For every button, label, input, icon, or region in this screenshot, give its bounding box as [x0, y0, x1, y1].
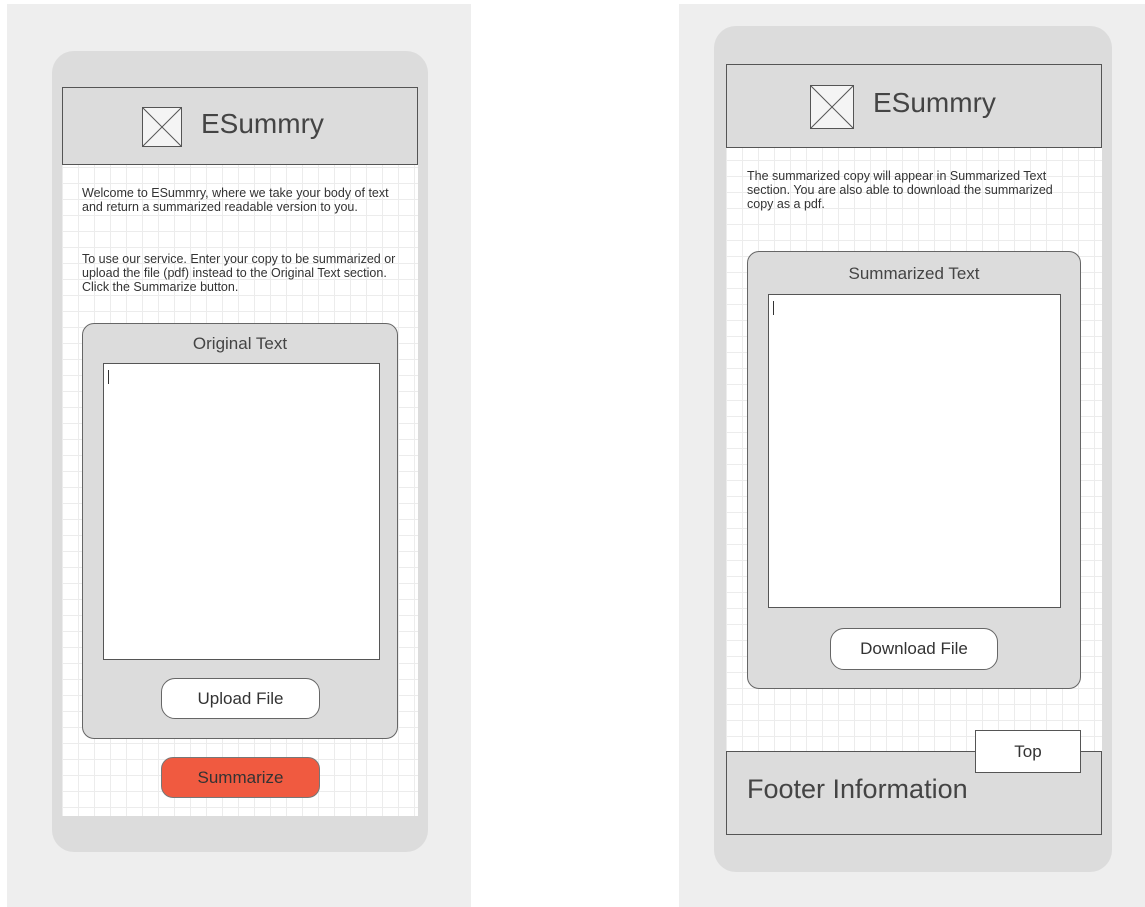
- original-text-label: Original Text: [192, 334, 288, 353]
- image-placeholder-icon: [810, 85, 854, 129]
- download-file-button-label: Download File: [860, 639, 968, 658]
- intro-paragraph: Welcome to ESummry, where we take your b…: [82, 186, 389, 214]
- app-header: ESummry: [726, 64, 1102, 148]
- original-text-input[interactable]: [103, 363, 380, 660]
- top-button[interactable]: Top: [975, 730, 1081, 773]
- text-cursor: [108, 370, 109, 384]
- summarize-button-label: Summarize: [197, 768, 284, 787]
- original-text-panel: Original Text Upload File: [82, 323, 398, 739]
- download-file-button[interactable]: Download File: [830, 628, 998, 670]
- top-button-label: Top: [1014, 742, 1042, 761]
- instructions-paragraph: To use our service. Enter your copy to b…: [82, 252, 396, 294]
- summarized-text-panel: Summarized Text Download File: [747, 251, 1081, 689]
- app-title: ESummry: [201, 108, 324, 139]
- screen-results: ESummry The summarized copy will appear …: [726, 64, 1102, 835]
- upload-file-button[interactable]: Upload File: [161, 678, 320, 719]
- summarized-text-label: Summarized Text: [848, 264, 980, 283]
- summarize-button[interactable]: Summarize: [161, 757, 320, 798]
- upload-file-button-label: Upload File: [197, 689, 284, 708]
- info-paragraph: The summarized copy will appear in Summa…: [747, 169, 1053, 211]
- text-cursor: [773, 301, 774, 315]
- screen-home: ESummry Welcome to ESummry, where we tak…: [62, 87, 418, 816]
- summarized-text-output[interactable]: [768, 294, 1061, 608]
- app-title: ESummry: [873, 87, 996, 118]
- footer-text: Footer Information: [747, 774, 968, 804]
- image-placeholder-icon: [142, 107, 182, 147]
- app-header: ESummry: [62, 87, 418, 165]
